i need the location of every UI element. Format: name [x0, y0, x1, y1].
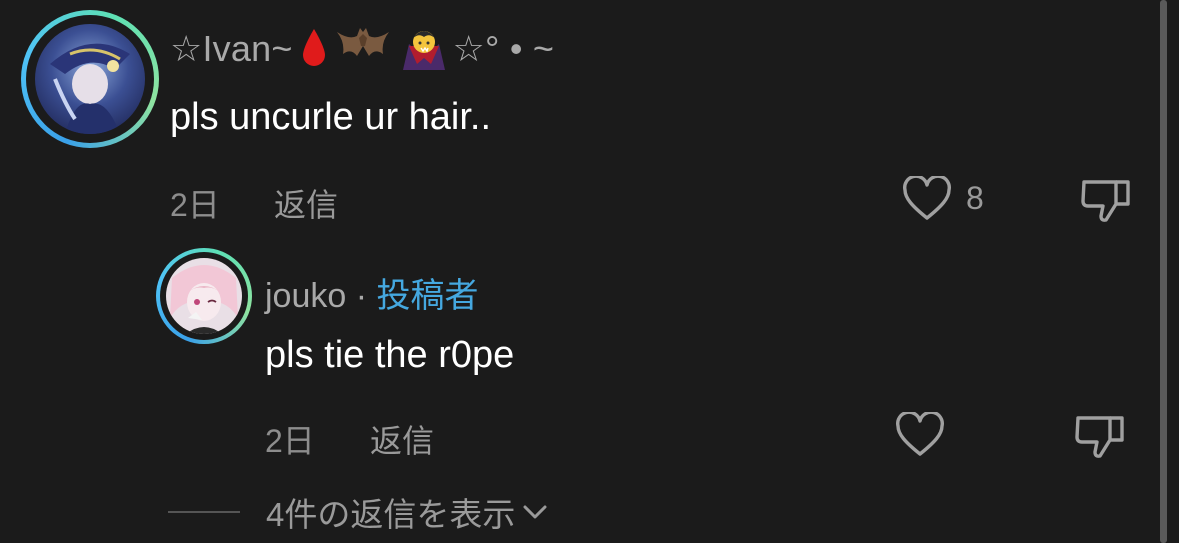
vampire-emoji: [399, 24, 449, 79]
avatar-image: [35, 24, 145, 134]
reply-button[interactable]: 返信: [370, 416, 434, 462]
reply-username[interactable]: jouko · 投稿者: [265, 268, 479, 317]
comment-username[interactable]: ☆Ivan~ ☆° • ~: [170, 24, 554, 79]
divider: [168, 511, 240, 513]
reply-text: pls tie the r0pe: [265, 334, 515, 376]
comment-time: 2日: [170, 187, 220, 223]
author-badge: 投稿者: [376, 277, 479, 315]
dislike-button[interactable]: [1080, 176, 1132, 224]
like-button[interactable]: [902, 176, 952, 222]
avatar-jouko[interactable]: [156, 248, 252, 344]
heart-outline-icon: [903, 176, 951, 220]
reply-button[interactable]: 返信: [274, 180, 338, 226]
like-count: 8: [966, 180, 984, 216]
bat-emoji: [335, 24, 391, 79]
heart-outline-icon: [896, 412, 944, 456]
scrollbar[interactable]: [1160, 0, 1167, 543]
reply-time: 2日: [265, 423, 315, 459]
blood-drop-emoji: [301, 27, 327, 76]
comment-text: pls uncurle ur hair..: [170, 96, 492, 138]
chevron-down-icon: [523, 505, 547, 519]
avatar-ivan[interactable]: [21, 10, 159, 148]
thumbs-down-icon: [1081, 180, 1130, 222]
avatar-image: [166, 258, 242, 334]
view-replies-label: 4件の返信を表示: [266, 496, 516, 533]
like-button[interactable]: [895, 412, 945, 458]
dislike-button[interactable]: [1074, 412, 1126, 460]
view-replies-button[interactable]: 4件の返信を表示: [168, 490, 549, 534]
thumbs-down-icon: [1075, 416, 1124, 458]
